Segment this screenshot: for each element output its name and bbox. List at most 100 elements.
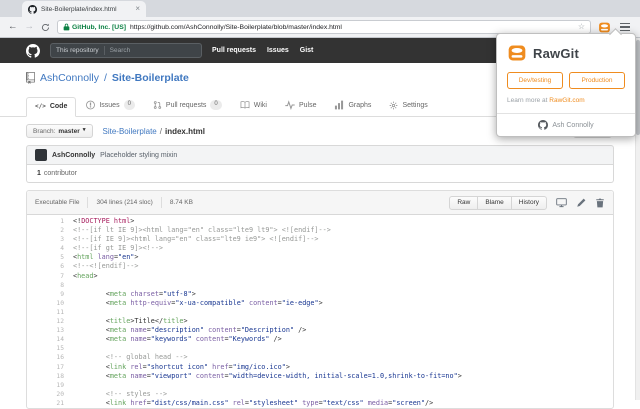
code-line: <!-- styles -->	[105, 389, 168, 398]
tab-pulse[interactable]: Pulse	[277, 95, 325, 116]
issues-counter: 0	[123, 100, 135, 110]
ev-badge[interactable]: GitHub, Inc. [US]	[63, 23, 126, 31]
line-number[interactable]: 13	[27, 326, 73, 335]
chrome-menu-icon[interactable]	[618, 21, 632, 34]
commit-author-link[interactable]: AshConnolly	[52, 152, 95, 159]
rawgit-popup: RawGit Dev/testing Production Learn more…	[496, 33, 636, 137]
pulse-icon	[285, 100, 295, 110]
header-nav-pull-requests[interactable]: Pull requests	[212, 47, 256, 54]
rawgit-popup-footer: Ash Connolly	[497, 113, 635, 136]
file-lines-info: 304 lines (214 sloc)	[96, 199, 153, 206]
contributor-label: contributor	[43, 170, 77, 177]
line-number[interactable]: 8	[27, 281, 73, 290]
line-number[interactable]: 14	[27, 335, 73, 344]
rawgit-link[interactable]: RawGit.com	[549, 97, 584, 104]
repo-name-link[interactable]: Site-Boilerplate	[112, 72, 189, 84]
line-number[interactable]: 19	[27, 381, 73, 390]
line-number[interactable]: 17	[27, 363, 73, 372]
repo-search-input[interactable]: This repository Search	[50, 43, 202, 58]
bookmark-star-icon[interactable]: ☆	[578, 23, 585, 31]
rawgit-brand-name: RawGit	[533, 45, 579, 61]
github-logo-icon[interactable]	[26, 43, 40, 58]
url-bar[interactable]: GitHub, Inc. [US] https://github.com/Ash…	[57, 20, 591, 34]
tab-pull-requests[interactable]: Pull requests 0	[145, 95, 230, 116]
tab-graphs[interactable]: Graphs	[326, 95, 379, 116]
line-number[interactable]: 11	[27, 308, 73, 317]
dev-testing-button[interactable]: Dev/testing	[507, 72, 563, 89]
branch-selector[interactable]: Branch: master ▾	[26, 124, 93, 138]
code-row: 2 <!--[if lt IE 9]><html lang="en" class=…	[27, 226, 613, 235]
reload-button[interactable]	[41, 23, 50, 32]
code-row: 16 <!-- global head -->	[27, 353, 613, 362]
code-row: 19	[27, 381, 613, 390]
back-button[interactable]: ←	[8, 22, 18, 32]
rawgit-extension-icon[interactable]	[598, 21, 611, 34]
code-row: 11	[27, 308, 613, 317]
code-row: 21 <link href="dist/css/main.css" rel="s…	[27, 399, 613, 408]
branch-label: Branch:	[33, 127, 56, 135]
line-number[interactable]: 21	[27, 399, 73, 408]
header-nav-gist[interactable]: Gist	[300, 47, 314, 54]
tab-issues[interactable]: Issues 0	[78, 95, 143, 116]
contributors-summary[interactable]: 1 contributor	[26, 165, 614, 183]
line-number[interactable]: 2	[27, 226, 73, 235]
commit-message-link[interactable]: Placeholder styling mixin	[100, 152, 177, 159]
code-row: 10 <meta http-equiv="x-ua-compatible" co…	[27, 299, 613, 308]
delete-trash-icon[interactable]	[595, 198, 605, 208]
code-line: <link href="dist/css/main.css" rel="styl…	[73, 398, 434, 407]
line-number[interactable]: 4	[27, 244, 73, 253]
code-line: <!--<![endif]-->	[73, 262, 139, 271]
code-line: <html lang="en">	[73, 253, 139, 262]
tab-settings[interactable]: Settings	[381, 96, 435, 116]
breadcrumb-repo-link[interactable]: Site-Boilerplate	[103, 127, 157, 136]
search-scope-label: This repository	[56, 47, 99, 54]
forward-button[interactable]: →	[25, 22, 35, 32]
scrollbar-thumb[interactable]	[635, 40, 640, 135]
line-number[interactable]: 6	[27, 262, 73, 271]
caret-down-icon: ▾	[82, 127, 86, 134]
commit-author-avatar[interactable]	[35, 149, 47, 161]
line-number[interactable]: 1	[27, 217, 73, 226]
ssl-lock-icon	[63, 23, 70, 31]
code-line: <!-- global head -->	[105, 353, 188, 362]
code-row: 9 <meta charset="utf-8">	[27, 290, 613, 299]
browser-tab[interactable]: Site-Boilerplate/index.html ×	[22, 1, 146, 17]
code-line: <meta http-equiv="x-ua-compatible" conte…	[73, 298, 323, 307]
line-number[interactable]: 7	[27, 272, 73, 281]
production-button[interactable]: Production	[569, 72, 625, 89]
code-row: 18 <meta name="viewport" content="width=…	[27, 372, 613, 381]
search-placeholder: Search	[109, 47, 131, 54]
line-number[interactable]: 15	[27, 344, 73, 353]
line-number[interactable]: 18	[27, 372, 73, 381]
repo-owner-link[interactable]: AshConnolly	[40, 72, 99, 84]
graph-icon	[334, 100, 344, 110]
code-line: <meta name="viewport" content="width=dev…	[73, 371, 462, 380]
line-number[interactable]: 5	[27, 253, 73, 262]
code-lines: 1 <!DOCTYPE html> 2 <!--[if lt IE 9]><html …	[27, 217, 613, 408]
github-header-nav: Pull requests Issues Gist	[212, 47, 313, 54]
header-nav-issues[interactable]: Issues	[267, 47, 289, 54]
line-number[interactable]: 20	[27, 390, 73, 399]
tab-code[interactable]: </> Code	[26, 97, 77, 117]
line-number[interactable]: 9	[27, 290, 73, 299]
edit-pencil-icon[interactable]	[576, 198, 586, 208]
footer-username: Ash Connolly	[552, 121, 594, 129]
raw-button[interactable]: Raw	[449, 195, 479, 210]
code-row: 15	[27, 344, 613, 353]
rendered-view-icon[interactable]	[556, 197, 567, 208]
line-number[interactable]: 10	[27, 299, 73, 308]
learn-more-prefix: Learn more at	[507, 97, 550, 104]
code-line: <!DOCTYPE html>	[73, 217, 135, 225]
gear-icon	[389, 101, 398, 110]
line-number[interactable]: 3	[27, 235, 73, 244]
history-button[interactable]: History	[510, 195, 547, 210]
tab-close-icon[interactable]: ×	[135, 5, 140, 13]
line-number[interactable]: 12	[27, 317, 73, 326]
tab-wiki[interactable]: Wiki	[232, 95, 275, 116]
tab-label: Graphs	[348, 101, 372, 109]
line-number[interactable]: 16	[27, 353, 73, 362]
code-row: 7 <head>	[27, 272, 613, 281]
code-icon: </>	[35, 103, 46, 110]
blame-button[interactable]: Blame	[477, 195, 512, 210]
search-scope-divider	[103, 46, 105, 55]
